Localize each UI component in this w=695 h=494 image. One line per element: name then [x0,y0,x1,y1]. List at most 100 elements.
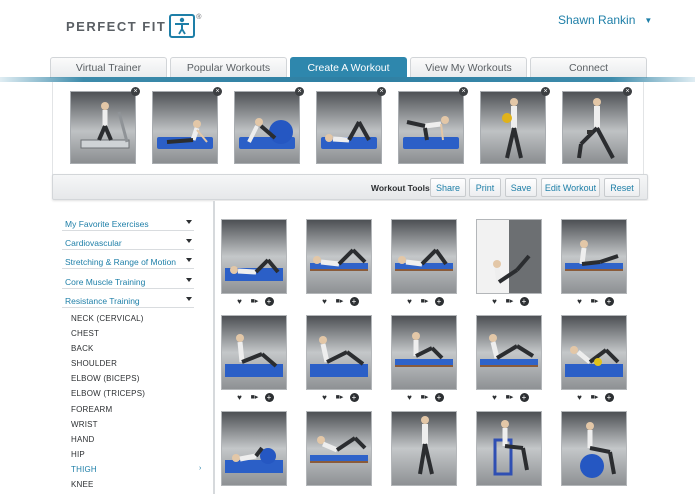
add-icon[interactable]: + [604,393,614,402]
save-button[interactable]: Save [505,178,537,197]
video-icon[interactable]: ■▸ [250,393,260,403]
subcategory-neck[interactable]: NECK (CERVICAL) [71,314,144,323]
tab-virtual-trainer[interactable]: Virtual Trainer [50,57,167,78]
workout-exercise-mat-leg-raise[interactable] [316,91,382,164]
remove-exercise-icon[interactable]: × [377,87,386,96]
add-icon[interactable]: + [264,393,274,402]
tab-popular-workouts[interactable]: Popular Workouts [170,57,287,78]
add-icon[interactable]: + [264,297,274,306]
add-icon[interactable]: + [349,393,359,402]
favorite-icon[interactable]: ♥ [490,297,500,307]
subcategory-chest[interactable]: CHEST [71,329,99,338]
exercise-thumbnail[interactable] [221,411,287,486]
category-my-favorite-exercises[interactable]: My Favorite Exercises [62,217,194,231]
tab-view-my-workouts[interactable]: View My Workouts [410,57,527,78]
exercise-thumbnail[interactable] [391,219,457,294]
exercise-thumbnail[interactable] [561,219,627,294]
user-menu[interactable]: Shawn Rankin ▼ [558,13,652,27]
video-icon[interactable]: ■▸ [250,297,260,307]
favorite-icon[interactable]: ♥ [490,393,500,403]
exercise-thumbnail[interactable] [306,411,372,486]
video-icon[interactable]: ■▸ [590,393,600,403]
exercise-thumbnail[interactable] [391,315,457,390]
subcategory-wrist[interactable]: WRIST [71,420,98,429]
video-icon[interactable]: ■▸ [335,393,345,403]
remove-exercise-icon[interactable]: × [295,87,304,96]
exercise-actions: ♥ ■▸ + [391,393,457,403]
favorite-icon[interactable]: ♥ [320,393,330,403]
video-icon[interactable]: ■▸ [590,297,600,307]
subcategory-back[interactable]: BACK [71,344,94,353]
exercise-actions: ♥ ■▸ + [221,393,287,403]
favorite-icon[interactable]: ♥ [320,297,330,307]
video-icon[interactable]: ■▸ [420,297,430,307]
remove-exercise-icon[interactable]: × [131,87,140,96]
subcategory-hip[interactable]: HIP [71,450,85,459]
exercise-thumbnail[interactable] [391,411,457,486]
category-stretching[interactable]: Stretching & Range of Motion [62,255,194,269]
add-icon[interactable]: + [519,393,529,402]
add-icon[interactable]: + [349,297,359,306]
remove-exercise-icon[interactable]: × [213,87,222,96]
category-resistance-training[interactable]: Resistance Training [62,294,194,308]
add-icon[interactable]: + [604,297,614,306]
exercise-thumbnail[interactable] [476,411,542,486]
tab-create-a-workout[interactable]: Create A Workout [290,57,407,78]
add-icon[interactable]: + [434,393,444,402]
exercise-actions: ♥ ■▸ + [476,393,542,403]
subcategory-elbow-biceps[interactable]: ELBOW (BICEPS) [71,374,140,383]
edit-workout-button[interactable]: Edit Workout [541,178,600,197]
video-icon[interactable]: ■▸ [420,393,430,403]
mat-stretch-figure [166,120,208,144]
share-button[interactable]: Share [430,178,466,197]
workout-exercise-ball-crunch[interactable] [234,91,300,164]
exercise-figure [398,248,448,267]
category-core-muscle-training[interactable]: Core Muscle Training [62,275,194,289]
exercise-thumbnail[interactable] [476,219,542,294]
exercise-thumbnail[interactable] [221,315,287,390]
exercise-figure [230,258,280,275]
remove-exercise-icon[interactable]: × [459,87,468,96]
favorite-icon[interactable]: ♥ [575,393,585,403]
video-icon[interactable]: ■▸ [335,297,345,307]
perfect-fit-logo[interactable]: PERFECT FIT ® [66,14,201,38]
category-cardiovascular[interactable]: Cardiovascular [62,236,194,250]
favorite-icon[interactable]: ♥ [575,297,585,307]
workout-exercise-dumbbell-lunge[interactable] [562,91,628,164]
workout-exercise-medicine-ball[interactable] [480,91,546,164]
subcategory-hand[interactable]: HAND [71,435,94,444]
current-workout-strip: × × × × × × × [52,82,644,176]
subcategory-knee[interactable]: KNEE [71,480,94,489]
subcategory-forearm[interactable]: FOREARM [71,405,112,414]
workout-tools-bar: Workout Tools: Share Print Save Edit Wor… [52,174,648,200]
workout-exercise-mat-stretch[interactable] [152,91,218,164]
workout-exercise-treadmill[interactable] [70,91,136,164]
remove-exercise-icon[interactable]: × [541,87,550,96]
exercise-thumbnail[interactable] [476,315,542,390]
subcategory-shoulder[interactable]: SHOULDER [71,359,117,368]
logo-registered-mark: ® [196,14,202,21]
remove-exercise-icon[interactable]: × [623,87,632,96]
chevron-down-icon [186,258,192,262]
exercise-thumbnail[interactable] [221,219,287,294]
logo-text: PERFECT FIT [66,18,167,34]
subcategory-elbow-triceps[interactable]: ELBOW (TRICEPS) [71,389,145,398]
favorite-icon[interactable]: ♥ [235,297,245,307]
exercise-thumbnail[interactable] [306,219,372,294]
add-icon[interactable]: + [519,297,529,306]
bird-dog-figure [406,116,449,141]
reset-button[interactable]: Reset [604,178,640,197]
favorite-icon[interactable]: ♥ [405,393,415,403]
exercise-thumbnail[interactable] [306,315,372,390]
video-icon[interactable]: ■▸ [505,393,515,403]
workout-exercise-bird-dog[interactable] [398,91,464,164]
favorite-icon[interactable]: ♥ [405,297,415,307]
exercise-thumbnail[interactable] [561,411,627,486]
add-icon[interactable]: + [434,297,444,306]
video-icon[interactable]: ■▸ [505,297,515,307]
exercise-thumbnail[interactable] [561,315,627,390]
favorite-icon[interactable]: ♥ [235,393,245,403]
subcategory-thigh[interactable]: THIGH [71,465,97,474]
tab-connect[interactable]: Connect [530,57,647,78]
print-button[interactable]: Print [469,178,501,197]
